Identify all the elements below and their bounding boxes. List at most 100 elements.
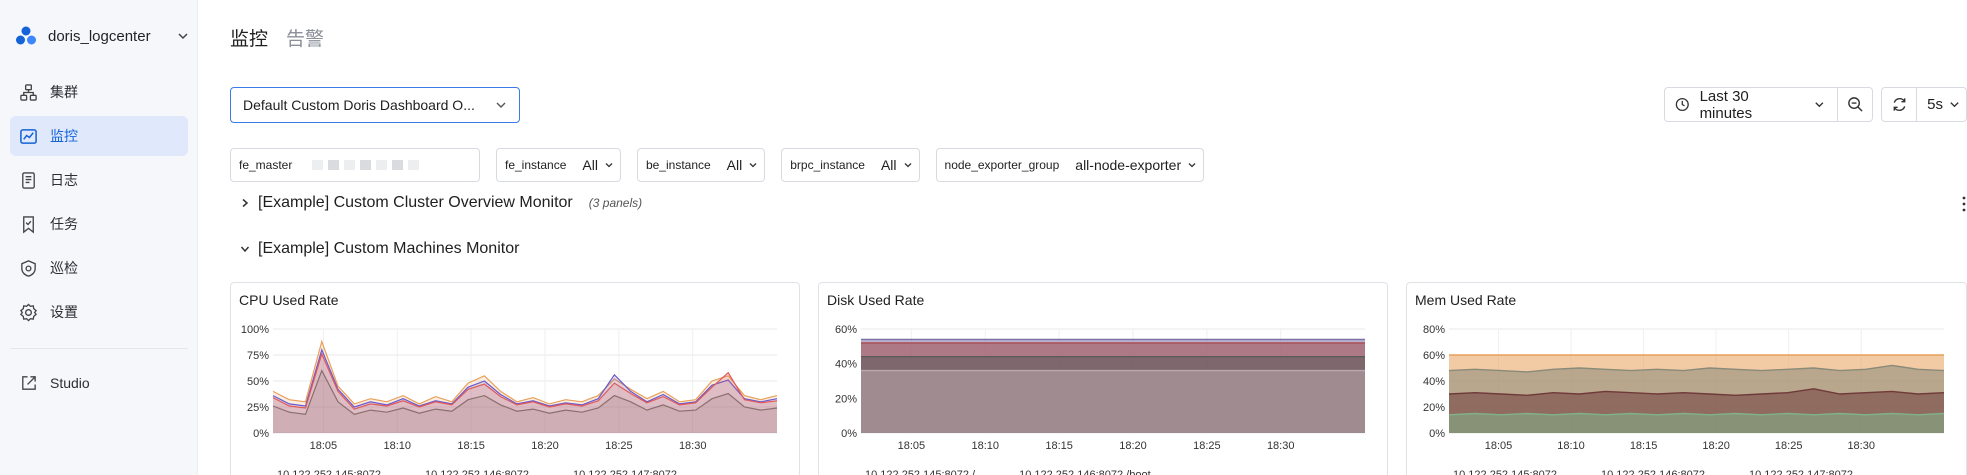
log-document-icon (22, 171, 35, 189)
redacted-value (300, 160, 420, 170)
sidebar-item-studio[interactable]: Studio (10, 363, 188, 403)
legend-item[interactable]: 10.122.252.146:8072 (1601, 469, 1705, 475)
monitor-chart-icon (20, 128, 37, 144)
x-tick-label: 18:20 (1702, 440, 1730, 452)
variable-fe-master[interactable]: fe_master (230, 148, 480, 182)
variable-label: be_instance (645, 158, 711, 172)
x-tick-label: 18:05 (898, 440, 926, 452)
legend-item[interactable]: 10.122.252.145:8072 (277, 469, 381, 475)
chevron-down-icon (1188, 163, 1196, 168)
tab-monitor[interactable]: 监控 (230, 24, 268, 51)
sidebar-item-log[interactable]: 日志 (10, 160, 188, 200)
sidebar-item-settings[interactable]: 设置 (10, 292, 188, 332)
x-tick-label: 18:10 (971, 440, 999, 452)
panel-cpu-used-rate[interactable]: CPU Used Rate 100% 75% 50% 25% 0% 18:05 18:10 1… (230, 282, 800, 475)
sidebar-nav: 集群 监控 日志 任务 巡检 设置 Studio (0, 72, 198, 407)
variable-brpc-instance[interactable]: brpc_instance All (781, 148, 920, 182)
zoom-out-icon (1847, 97, 1863, 112)
panel-mem-used-rate[interactable]: Mem Used Rate 80% 60% 40% 20% 0% 18:05 18:10 18… (1406, 282, 1967, 475)
variable-value-text: all-node-exporter (1075, 157, 1182, 173)
chevron-down-icon (1815, 102, 1824, 108)
legend-item[interactable]: 10.122.252.147:8072 (1749, 469, 1853, 475)
x-tick-label: 18:25 (1775, 440, 1803, 452)
row-header-cluster-overview[interactable]: [Example] Custom Cluster Overview Monito… (240, 194, 642, 212)
org-switcher[interactable]: doris_logcenter (14, 22, 190, 50)
x-tick-label: 18:10 (1557, 440, 1585, 452)
x-tick-label: 18:15 (1045, 440, 1073, 452)
zoom-out-button[interactable] (1838, 88, 1872, 121)
chevron-down-icon (904, 163, 911, 168)
series-area (1449, 413, 1944, 433)
legend-item[interactable]: 10.122.252.145:8072 (1453, 469, 1557, 475)
refresh-interval-label: 5s (1927, 96, 1943, 113)
legend-item[interactable]: 10.122.252.146:8072 (425, 469, 529, 475)
x-tick-label: 18:25 (1193, 440, 1221, 452)
y-tick-label: 0% (841, 428, 857, 440)
variable-bar: fe_master fe_instance All be_instance Al… (230, 148, 1205, 182)
sidebar-item-label: 日志 (50, 172, 78, 188)
chart-legend: 10.122.252.145:8072 10.122.252.146:8072 10… (1453, 469, 1853, 475)
clock-icon (1675, 97, 1689, 112)
task-bookmark-icon (23, 215, 34, 233)
x-tick-label: 18:25 (605, 440, 633, 452)
variable-value: All (719, 157, 765, 173)
time-range-picker[interactable]: Last 30 minutes (1665, 87, 1839, 122)
variable-be-instance[interactable]: be_instance All (636, 148, 766, 182)
panel-disk-used-rate[interactable]: Disk Used Rate 60% 40% 20% 0% 18:05 18:10 18:1… (818, 282, 1388, 475)
legend-item[interactable]: 10.122.252.147:8072 (573, 469, 677, 475)
y-tick-label: 25% (247, 402, 269, 414)
sidebar-item-label: Studio (50, 375, 90, 391)
legend-item[interactable]: 10.122.252.146:8072 /boot (1019, 469, 1151, 475)
sidebar-item-monitor[interactable]: 监控 (10, 116, 188, 156)
variable-label: node_exporter_group (944, 158, 1060, 172)
x-tick-label: 18:05 (1485, 440, 1513, 452)
sidebar-item-task[interactable]: 任务 (10, 204, 188, 244)
time-range-label: Last 30 minutes (1699, 87, 1753, 122)
legend-item[interactable]: 10.122.252.145:8072 / (865, 469, 975, 475)
sidebar-item-label: 任务 (50, 216, 78, 232)
variable-fe-instance[interactable]: fe_instance All (496, 148, 621, 182)
chevron-right-icon (242, 198, 249, 208)
x-tick-label: 18:15 (457, 440, 485, 452)
y-tick-label: 50% (247, 376, 269, 388)
variable-label: brpc_instance (790, 158, 865, 172)
sidebar-item-cluster[interactable]: 集群 (10, 72, 188, 112)
doris-logo-icon (16, 26, 36, 45)
row-header-machines[interactable]: [Example] Custom Machines Monitor (240, 240, 519, 258)
refresh-icon (1893, 97, 1906, 112)
refresh-interval-select[interactable]: 5s (1917, 88, 1966, 121)
sidebar-divider (10, 348, 188, 349)
x-tick-label: 18:30 (679, 440, 707, 452)
mem-chart: 80% 60% 40% 20% 0% 18:05 18:10 18:15 18:20 18:25 1… (1423, 324, 1945, 452)
x-tick-label: 18:30 (1267, 440, 1295, 452)
chevron-down-icon (605, 163, 613, 168)
variable-value-text: All (880, 157, 897, 173)
row-title: [Example] Custom Machines Monitor (258, 240, 520, 257)
y-tick-label: 80% (1423, 324, 1445, 336)
row-panel-count: (3 panels) (588, 196, 643, 210)
series-area (861, 370, 1365, 433)
main-content: 监控 告警 Default Custom Doris Dashboard O..… (198, 0, 1967, 475)
x-tick-label: 18:20 (531, 440, 559, 452)
external-link-icon (22, 375, 36, 390)
y-tick-label: 40% (1423, 376, 1445, 388)
y-tick-label: 60% (1423, 350, 1445, 362)
refresh-button[interactable] (1882, 88, 1918, 121)
y-tick-label: 75% (247, 350, 269, 362)
chart-legend: 10.122.252.145:8072 10.122.252.146:8072 10… (277, 469, 677, 475)
sidebar-item-inspection[interactable]: 巡检 (10, 248, 188, 288)
y-tick-label: 100% (241, 324, 269, 336)
dashboard-select[interactable]: Default Custom Doris Dashboard O... (230, 87, 520, 123)
page-tabs: 监控 告警 (230, 24, 324, 51)
sidebar: doris_logcenter 集群 监控 日志 任务 巡检 设置 Studio (0, 0, 198, 475)
time-range-group: Last 30 minutes (1664, 87, 1874, 122)
time-controls: Last 30 minutes 5s (1664, 87, 1967, 122)
kebab-menu-icon[interactable] (1962, 196, 1966, 212)
tab-alert[interactable]: 告警 (286, 24, 324, 51)
y-tick-label: 40% (835, 359, 857, 371)
variable-node-exporter-group[interactable]: node_exporter_group all-node-exporter (935, 148, 1205, 182)
y-tick-label: 20% (1423, 402, 1445, 414)
chevron-down-icon (1950, 102, 1959, 108)
chart-legend: 10.122.252.145:8072 / 10.122.252.146:8072… (865, 469, 1151, 475)
variable-value: All (574, 157, 620, 173)
